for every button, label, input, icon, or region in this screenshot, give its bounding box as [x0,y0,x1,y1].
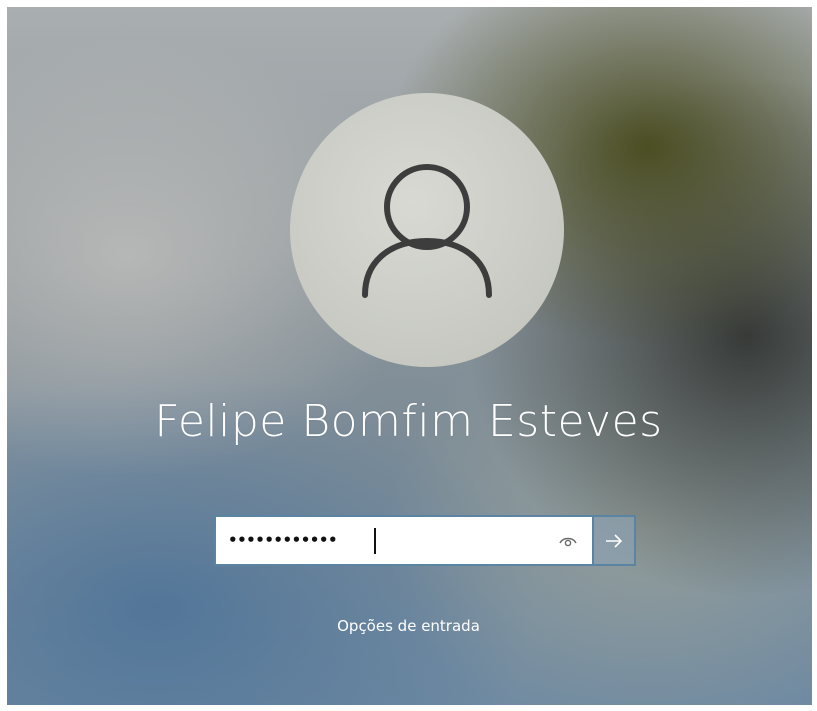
login-row: •••••••••••• [214,515,636,566]
eye-icon[interactable] [558,532,578,548]
password-field[interactable]: •••••••••••• [214,515,592,566]
password-value: •••••••••••• [228,531,338,549]
sign-in-options-link[interactable]: Opções de entrada [0,617,817,635]
user-name: Felipe Bomfim Esteves [154,396,663,447]
text-caret [374,528,376,554]
user-avatar [290,93,564,367]
arrow-right-icon [606,533,623,548]
lock-screen-background [7,7,812,705]
person-icon [362,164,492,298]
submit-button[interactable] [592,515,636,566]
